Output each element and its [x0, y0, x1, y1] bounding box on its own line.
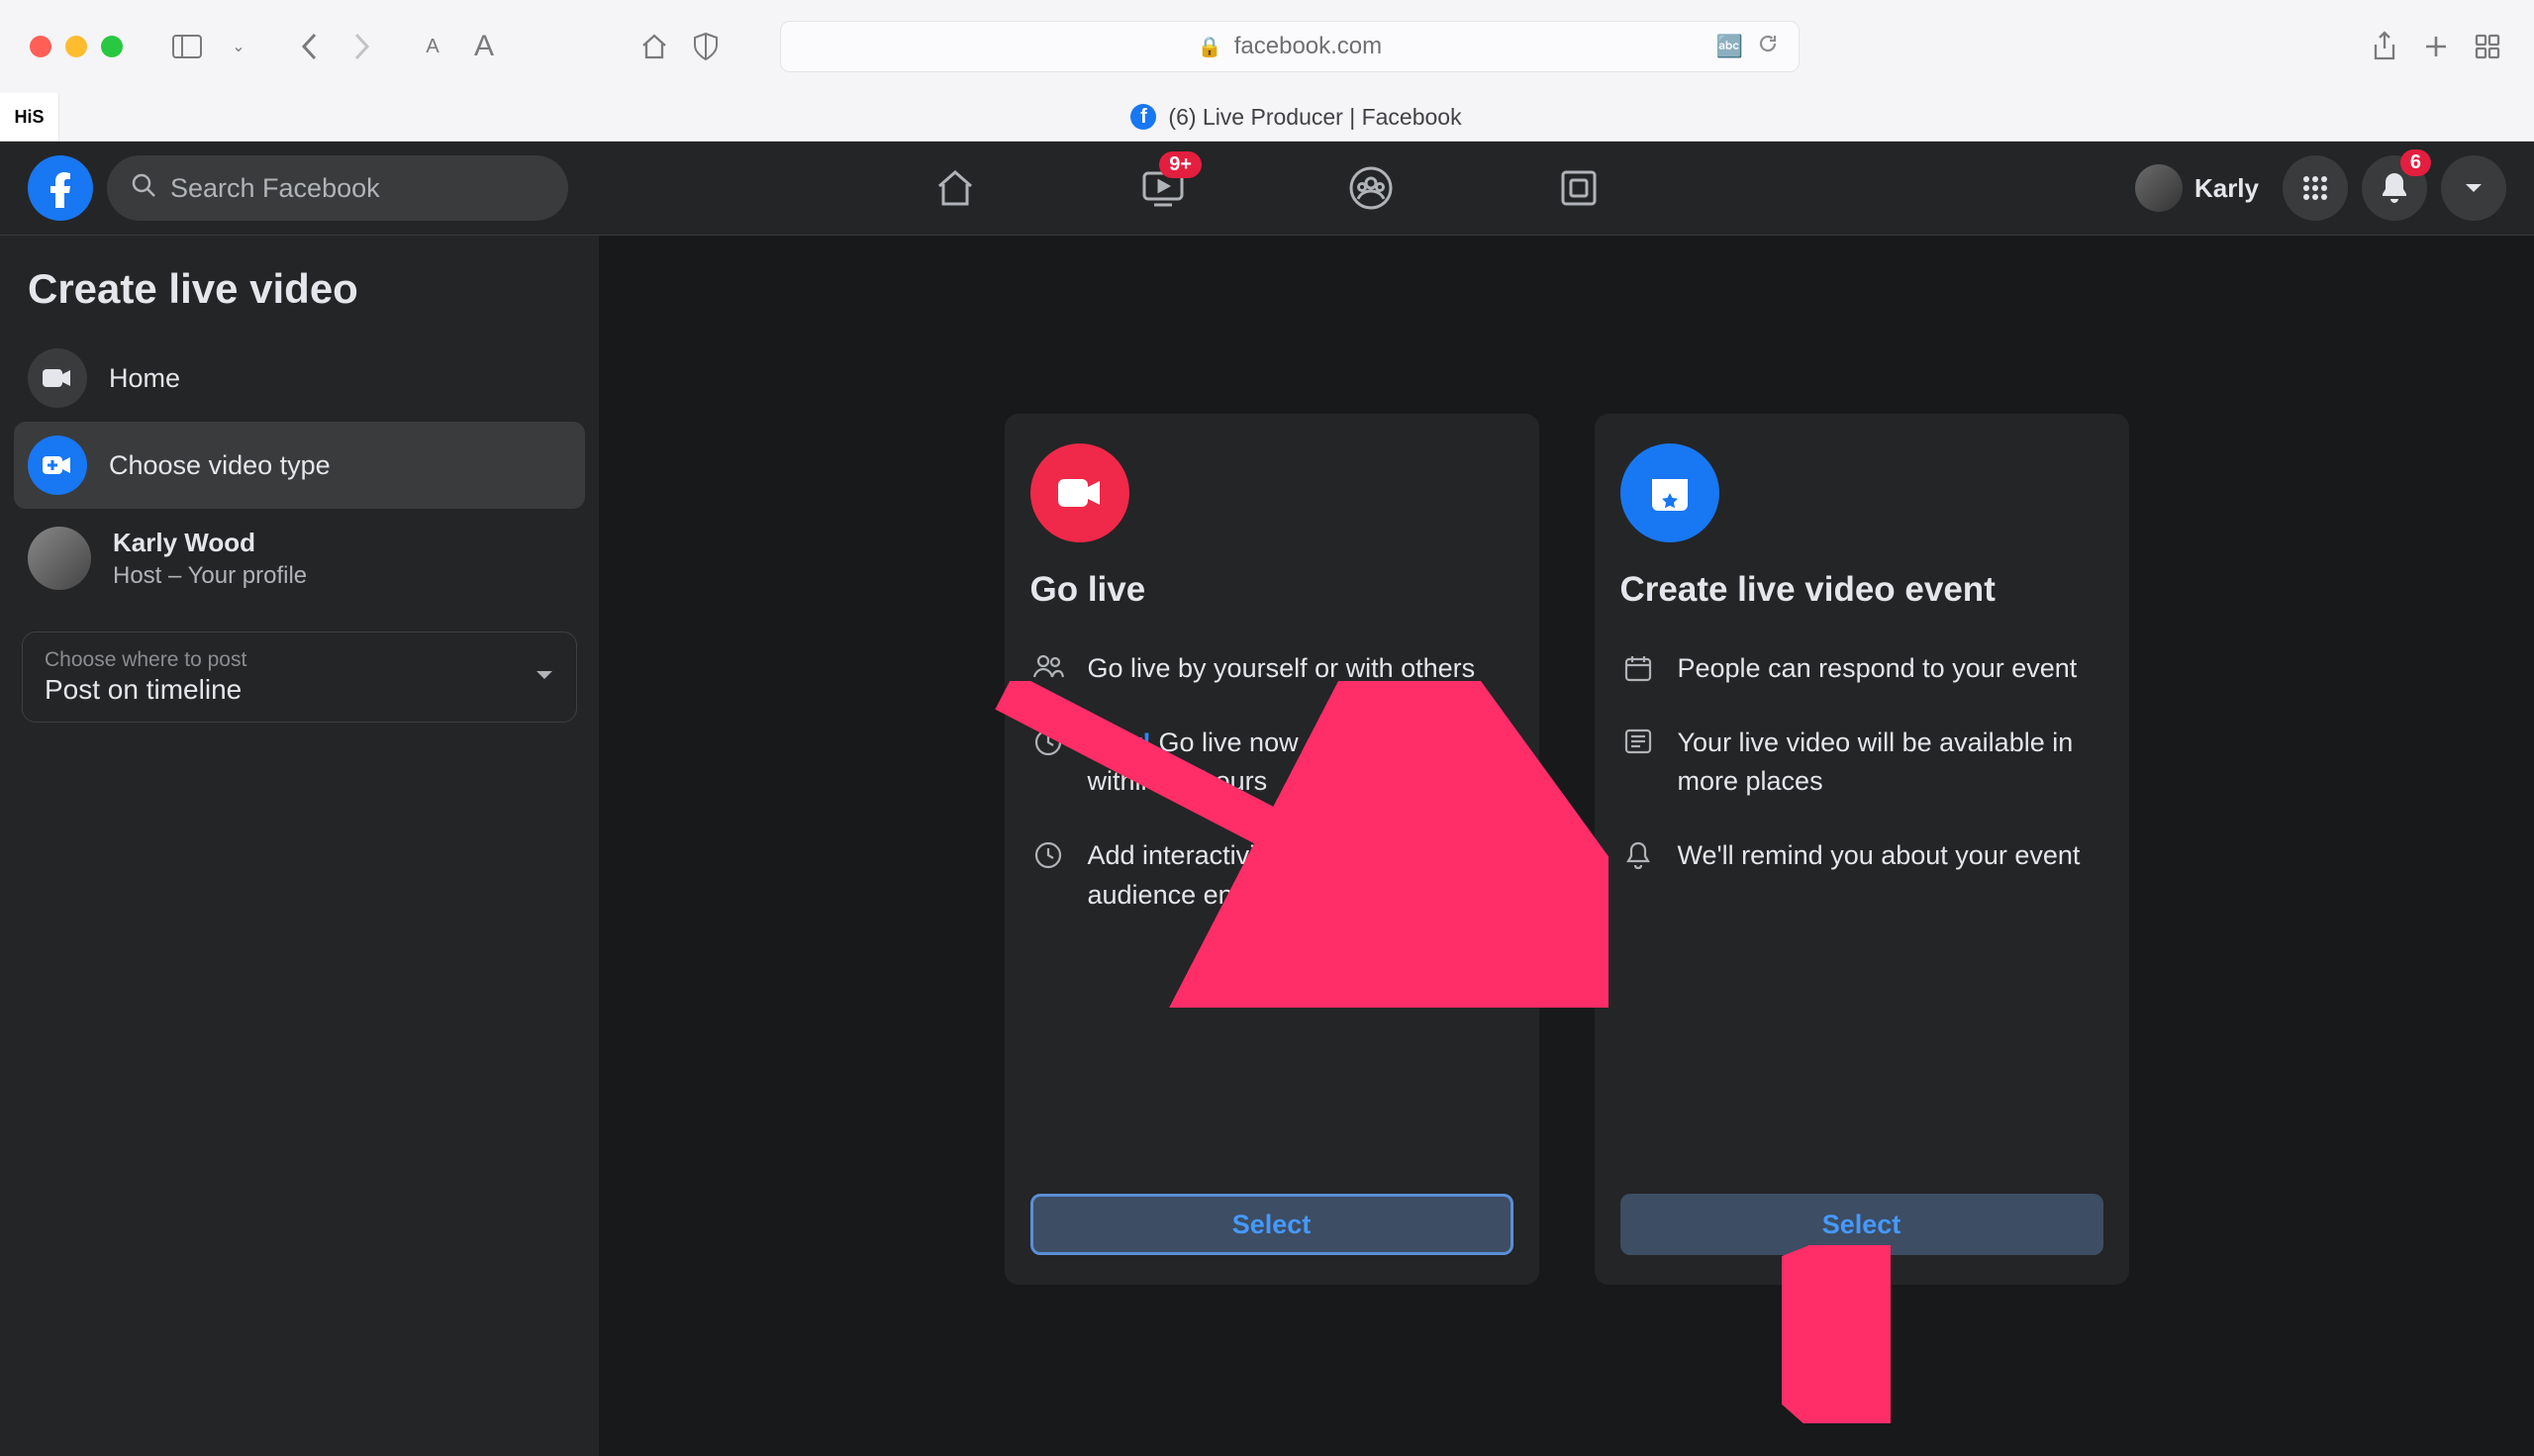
menu-button[interactable]: [2283, 155, 2348, 221]
search-placeholder: Search Facebook: [170, 173, 380, 204]
live-camera-icon: [1030, 443, 1129, 542]
account-dropdown-button[interactable]: [2441, 155, 2506, 221]
select-go-live-button[interactable]: Select: [1030, 1194, 1513, 1255]
share-icon[interactable]: [2368, 30, 2401, 63]
sidebar-title: Create live video: [14, 257, 585, 335]
people-icon: [1030, 649, 1066, 688]
reload-icon[interactable]: [1757, 33, 1779, 61]
facebook-favicon: f: [1130, 104, 1156, 130]
browser-toolbar: ⌄ A A 🔒 facebook.com 🔤: [0, 0, 2534, 93]
notifications-button[interactable]: 6: [2362, 155, 2427, 221]
nav-groups[interactable]: [1326, 144, 1415, 233]
home-icon[interactable]: [637, 30, 671, 63]
close-window-button[interactable]: [30, 36, 51, 57]
clock-icon: [1030, 724, 1066, 801]
sidebar-toggle-icon[interactable]: [170, 30, 204, 63]
header-right: Karly 6: [2135, 155, 2506, 221]
calendar-icon: [1620, 649, 1656, 688]
calendar-event-icon: [1620, 443, 1719, 542]
card-create-event: Create live video event People can respo…: [1595, 414, 2129, 1285]
chevron-down-icon: [535, 668, 554, 686]
feature-row: We'll remind you about your event: [1620, 836, 2103, 875]
tab-dropdown-icon[interactable]: ⌄: [222, 30, 255, 63]
feature-row: Your live video will be available in mor…: [1620, 724, 2103, 801]
privacy-shield-icon[interactable]: [689, 30, 723, 63]
text-size-large-icon[interactable]: A: [467, 30, 501, 63]
zoom-window-button[interactable]: [101, 36, 123, 57]
minimize-window-button[interactable]: [65, 36, 87, 57]
search-icon: [131, 172, 156, 205]
search-input[interactable]: Search Facebook: [107, 155, 568, 221]
text-size-small-icon[interactable]: A: [416, 30, 449, 63]
browser-chrome: ⌄ A A 🔒 facebook.com 🔤: [0, 0, 2534, 142]
camera-icon: [28, 348, 87, 408]
profile-chip[interactable]: Karly: [2135, 164, 2259, 212]
bell-icon: [1620, 836, 1656, 875]
post-destination-select[interactable]: Choose where to post Post on timeline: [22, 631, 577, 723]
nav-center: 9+: [911, 144, 1623, 233]
feature-row: Go live by yourself or with others: [1030, 649, 1513, 688]
plus-camera-icon: [28, 436, 87, 495]
watch-badge: 9+: [1159, 151, 1202, 178]
translate-icon[interactable]: 🔤: [1716, 34, 1743, 59]
feature-row: People can respond to your event: [1620, 649, 2103, 688]
new-tab-icon[interactable]: [2419, 30, 2453, 63]
window-controls: [30, 36, 123, 57]
newsfeed-icon: [1620, 724, 1656, 801]
tab-overview-icon[interactable]: [2471, 30, 2504, 63]
feature-row: Add interactivity tools to keep your aud…: [1030, 836, 1513, 914]
facebook-logo[interactable]: [28, 155, 93, 221]
tab-strip: HiS f (6) Live Producer | Facebook: [0, 93, 2534, 141]
avatar: [2135, 164, 2183, 212]
card-title: Go live: [1030, 570, 1513, 610]
nav-home[interactable]: [911, 144, 1000, 233]
sidebar: Create live video Home Choose video type…: [0, 236, 599, 1456]
card-title: Create live video event: [1620, 570, 2103, 610]
address-bar[interactable]: 🔒 facebook.com 🔤: [780, 21, 1800, 72]
back-button[interactable]: [293, 30, 327, 63]
avatar: [28, 527, 91, 590]
facebook-header: Search Facebook 9+ Karly 6: [0, 142, 2534, 236]
sidebar-item-choose-type[interactable]: Choose video type: [14, 422, 585, 509]
card-go-live: Go live Go live by yourself or with othe…: [1005, 414, 1539, 1285]
content-area: Go live Go live by yourself or with othe…: [599, 236, 2534, 1456]
lock-icon: 🔒: [1198, 35, 1222, 59]
feature-row: New! Go live now or automatically within…: [1030, 724, 1513, 801]
sidebar-profile[interactable]: Karly Wood Host – Your profile: [14, 509, 585, 608]
notif-badge: 6: [2400, 149, 2431, 176]
tab-hts[interactable]: HiS: [0, 93, 59, 141]
clock-icon: [1030, 836, 1066, 914]
nav-gaming[interactable]: [1534, 144, 1623, 233]
select-event-button[interactable]: Select: [1620, 1194, 2103, 1255]
forward-button[interactable]: [344, 30, 378, 63]
url-text: facebook.com: [1234, 33, 1382, 60]
sidebar-item-home[interactable]: Home: [14, 335, 585, 422]
nav-watch[interactable]: 9+: [1119, 144, 1208, 233]
